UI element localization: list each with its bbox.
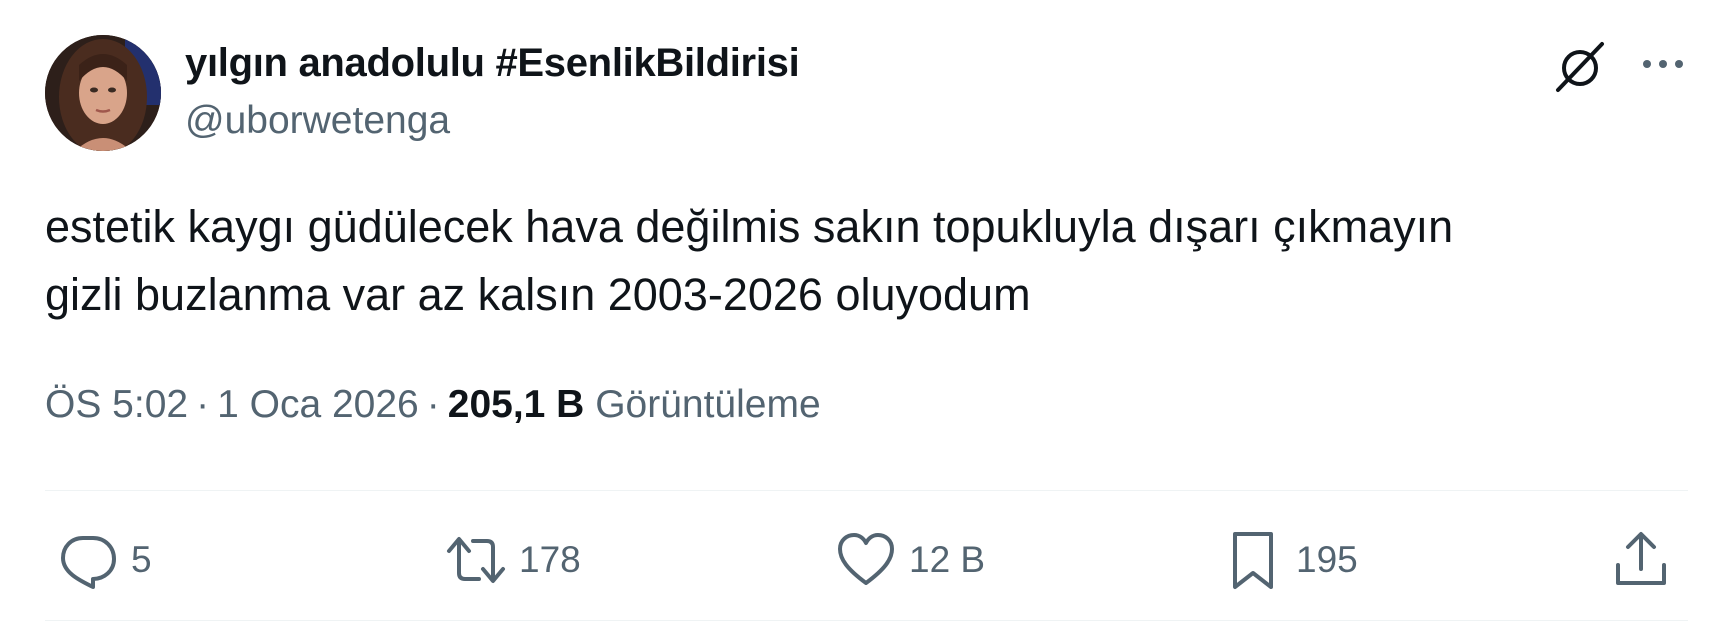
bookmark-count: 195 [1296,539,1358,580]
tweet-text-line: estetik kaygı güdülecek hava değilmis sa… [45,201,1454,252]
display-name[interactable]: yılgın anadolulu #EsenlikBildirisi [185,38,800,88]
avatar-image [45,35,161,151]
bookmark-button[interactable]: 195 [1222,525,1358,595]
retweet-button[interactable]: 178 [445,525,581,595]
user-handle[interactable]: @uborwetenga [185,97,450,145]
meta-separator: · [426,383,440,426]
grok-icon [1556,42,1604,92]
divider [45,620,1688,621]
heart-icon [838,533,894,585]
more-options-icon [1643,60,1683,68]
tweet-card: yılgın anadolulu #EsenlikBildirisi @ubor… [0,0,1716,624]
divider [45,490,1688,491]
tweet-time[interactable]: ÖS 5:02 [45,383,188,426]
action-bar: 5 178 12 B 195 [0,525,1716,595]
tweet-text-line: gizli buzlanma var az kalsın 2003-2026 o… [45,269,1031,320]
bookmark-icon [1233,532,1273,589]
retweet-icon [447,537,505,583]
views-label: Görüntüleme [595,383,821,426]
reply-icon [61,536,116,589]
retweet-count: 178 [519,539,581,580]
more-options-button[interactable] [1638,42,1688,86]
views-count[interactable]: 205,1 B [448,383,585,426]
tweet-text: estetik kaygı güdülecek hava değilmis sa… [45,193,1685,329]
meta-separator: · [196,383,210,426]
reply-count: 5 [131,539,152,580]
tweet-date[interactable]: 1 Oca 2026 [217,383,419,426]
share-button[interactable] [1610,525,1672,595]
like-count: 12 B [909,539,986,580]
like-button[interactable]: 12 B [835,525,985,595]
tweet-meta: ÖS 5:02 · 1 Oca 2026 · 205,1 B Görüntüleme [45,380,821,430]
reply-button[interactable]: 5 [57,525,152,595]
avatar[interactable] [45,35,161,151]
grok-button[interactable] [1552,38,1608,94]
share-icon [1616,532,1666,585]
